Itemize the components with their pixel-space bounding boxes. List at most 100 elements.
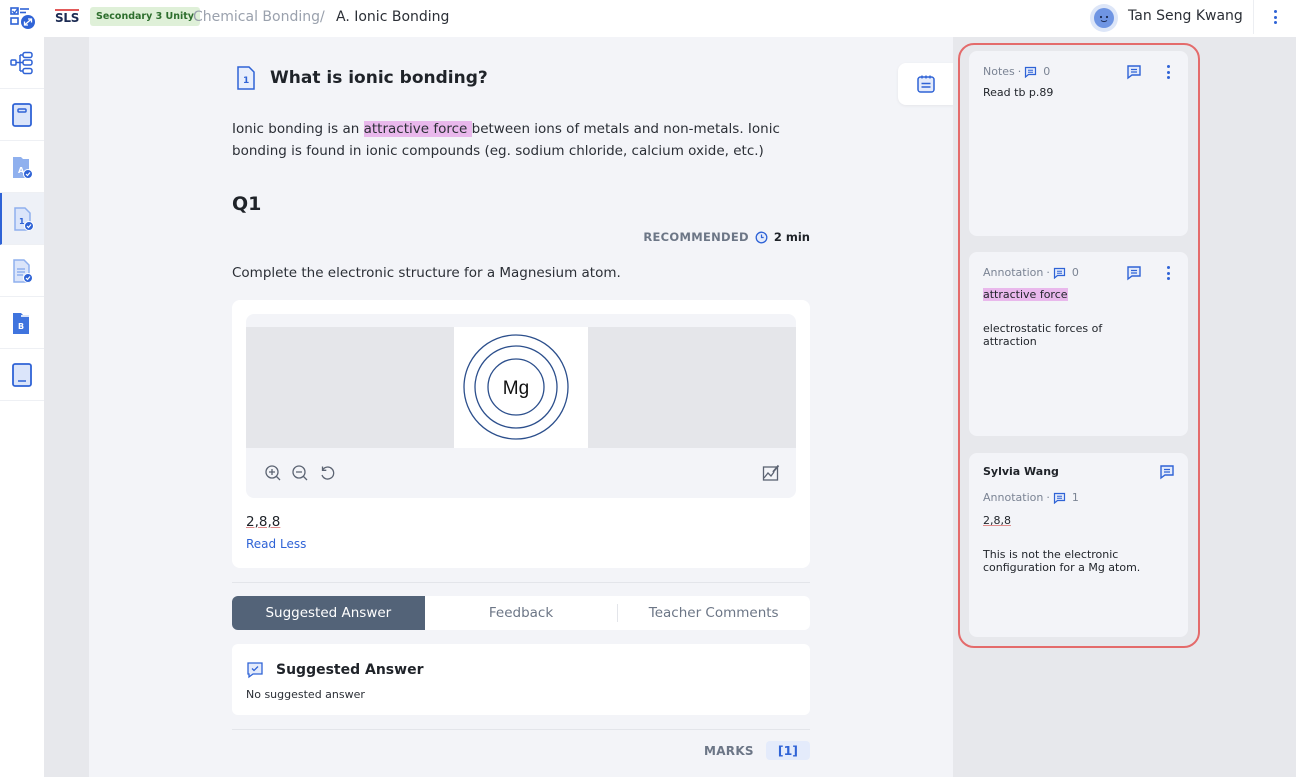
note-text: Read tb p.89 (983, 86, 1054, 99)
avatar-face-icon (1094, 8, 1114, 28)
notepad-icon (917, 75, 935, 93)
annotate-image-icon[interactable] (762, 464, 780, 482)
class-badge: Secondary 3 Unity (90, 7, 200, 26)
zoom-out-icon[interactable] (291, 464, 309, 482)
marks-value: [1] (765, 741, 810, 760)
teacher-annotation-card[interactable]: Sylvia Wang Annotation · 1 2,8,8 This is… (969, 453, 1188, 637)
question-prompt: Complete the electronic structure for a … (232, 265, 621, 281)
header-separator: · (1046, 266, 1050, 279)
answer-tabs: Suggested Answer Feedback Teacher Commen… (232, 596, 810, 630)
sidebar-item-section-a[interactable]: A (0, 141, 44, 193)
card-more-icon[interactable] (1163, 265, 1173, 281)
annotation-author: Sylvia Wang (983, 465, 1059, 478)
notebook-icon (12, 102, 32, 127)
comment-count: 1 (1071, 491, 1079, 504)
document-check-icon (13, 258, 33, 283)
tab-teacher-comments[interactable]: Teacher Comments (617, 596, 810, 630)
page-number-icon: 1 (237, 66, 255, 90)
sidebar-item-lesson-map[interactable] (0, 37, 44, 89)
more-options-icon[interactable] (1268, 8, 1282, 26)
annotated-text: attractive force (983, 288, 1068, 301)
chat-check-icon (247, 662, 263, 679)
annotation-text: This is not the electronic configuration… (983, 548, 1141, 574)
top-bar: SLS Secondary 3 Unity Chemical Bonding /… (0, 0, 1296, 37)
comment-count-icon (1053, 267, 1065, 279)
note-type: Annotation (983, 266, 1044, 279)
image-canvas[interactable]: Mg (246, 327, 796, 448)
comment-count: 0 (1043, 65, 1051, 78)
clock-icon (755, 231, 768, 243)
page-title: What is ionic bonding? (270, 68, 488, 88)
card-more-icon[interactable] (1163, 64, 1173, 80)
suggested-answer-header: Suggested Answer (246, 661, 423, 679)
header-separator: · (1046, 491, 1050, 504)
left-sidebar: A 1 B (0, 37, 44, 777)
read-less-link[interactable]: Read Less (246, 537, 306, 551)
highlighted-text[interactable]: attractive force (363, 121, 472, 137)
sidebar-item-page-1[interactable]: 1 (0, 193, 44, 245)
tab-suggested-answer[interactable]: Suggested Answer (232, 596, 425, 630)
annotation-card[interactable]: Annotation · 0 attractive force electros… (969, 252, 1188, 436)
annotation-text: electrostatic forces of attraction (983, 322, 1103, 348)
comment-count-icon (1053, 492, 1065, 504)
intro-text: Ionic bonding is an attractive force bet… (232, 118, 810, 162)
divider (232, 729, 810, 730)
notes-toggle-button[interactable] (898, 63, 954, 105)
zoom-in-icon[interactable] (264, 464, 282, 482)
breadcrumb-lesson[interactable]: Chemical Bonding (193, 9, 320, 25)
atom-diagram: Mg (454, 327, 588, 448)
book-icon (12, 362, 32, 387)
reply-icon[interactable] (1126, 64, 1142, 80)
comment-count-icon (1025, 66, 1037, 78)
header-separator: · (1017, 65, 1022, 78)
sidebar-item-document[interactable] (0, 245, 44, 297)
lesson-map-icon (10, 51, 33, 74)
marks: MARKS [1] (704, 741, 810, 760)
svg-text:1: 1 (243, 76, 249, 86)
page-title-row: 1 What is ionic bonding? (232, 65, 488, 91)
user-name[interactable]: Tan Seng Kwang (1128, 8, 1243, 24)
tab-feedback[interactable]: Feedback (425, 596, 618, 630)
question-card: Mg 2,8,8 Read Less (232, 300, 810, 568)
annotation-card-header: Annotation · 1 (983, 491, 1079, 504)
suggested-answer-card: Suggested Answer No suggested answer (232, 644, 810, 715)
breadcrumb-section: A. Ionic Bonding (336, 9, 450, 25)
sidebar-item-notebook[interactable] (0, 89, 44, 141)
sidebar-item-section-b[interactable]: B (0, 297, 44, 349)
recommended-time: RECOMMENDED 2 min (643, 230, 810, 244)
recommended-duration: 2 min (773, 230, 810, 244)
sidebar-item-book[interactable] (0, 349, 44, 401)
note-card-header: Notes · 0 (983, 65, 1050, 78)
note-card[interactable]: Notes · 0 Read tb p.89 (969, 51, 1188, 236)
student-answer[interactable]: 2,8,8 (246, 514, 280, 530)
annotation-card-header: Annotation · 0 (983, 266, 1079, 279)
task-switch-icon[interactable] (9, 6, 37, 30)
annotated-text: 2,8,8 (983, 514, 1011, 527)
reset-rotate-icon[interactable] (318, 464, 336, 482)
reply-icon[interactable] (1159, 464, 1175, 480)
intro-text-start: Ionic bonding is an (232, 121, 364, 137)
header-divider (1253, 0, 1254, 34)
comment-count: 0 (1071, 266, 1079, 279)
note-type: Annotation (983, 491, 1044, 504)
sls-logo[interactable]: SLS (55, 9, 79, 25)
section-b-folder-icon: B (13, 312, 29, 334)
svg-text:1: 1 (19, 217, 25, 226)
question-label: Q1 (232, 193, 262, 215)
element-symbol: Mg (503, 378, 529, 399)
section-a-folder-icon: A (13, 156, 33, 179)
recommended-label: RECOMMENDED (643, 230, 749, 244)
page-1-icon: 1 (14, 206, 34, 231)
marks-label: MARKS (703, 743, 754, 758)
suggested-answer-body: No suggested answer (246, 688, 365, 701)
suggested-answer-title: Suggested Answer (276, 662, 424, 678)
breadcrumb-separator: / (320, 9, 325, 25)
main-content[interactable]: 1 What is ionic bonding? Ionic bonding i… (89, 37, 953, 777)
viewer-toolbar (264, 464, 336, 482)
note-type: Notes (983, 65, 1015, 78)
svg-text:B: B (18, 322, 24, 331)
avatar[interactable] (1090, 4, 1118, 32)
left-gutter (44, 37, 89, 777)
reply-icon[interactable] (1126, 265, 1142, 281)
divider (232, 582, 810, 583)
